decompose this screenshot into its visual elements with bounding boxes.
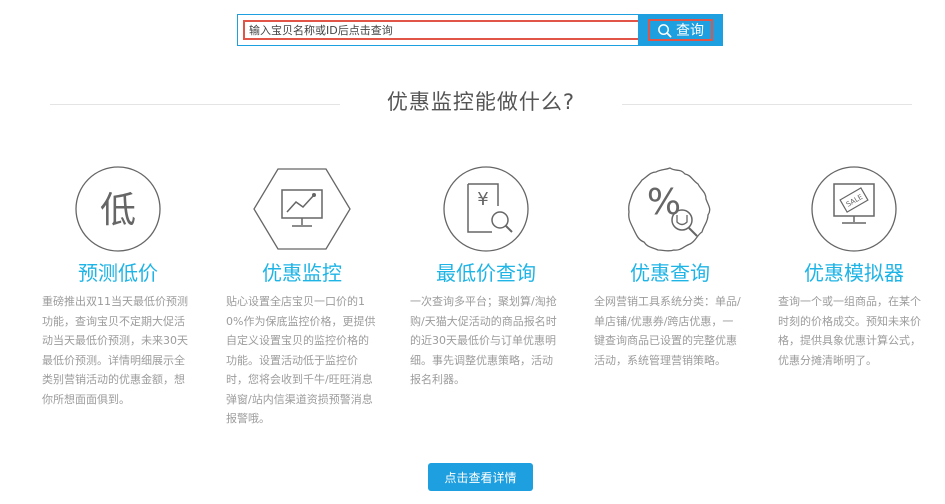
search-bar: 查询 [237, 14, 723, 46]
feature-description: 查询一个或一组商品，在某个时刻的价格成交。预知未来价格，提供具象优惠计算公式，优… [778, 295, 921, 367]
search-input-wrapper [237, 14, 643, 46]
view-details-button[interactable]: 点击查看详情 [428, 463, 533, 491]
feature-description: 重磅推出双11当天最低价预测功能，查询宝贝不定期大促活动当天最低价预测，未来30… [42, 295, 188, 406]
low-price-icon: 低 [75, 166, 161, 252]
search-input[interactable] [243, 20, 643, 40]
yen-search-icon: ¥ [443, 166, 529, 252]
heading-divider-right [622, 104, 912, 105]
feature-title: 最低价查询 [436, 261, 536, 285]
discount-search-icon: % [628, 167, 711, 252]
feature-title: 预测低价 [78, 261, 158, 285]
feature-description: 全网营销工具系统分类：单品/单店铺/优惠券/跨店优惠，一键查询商品已设置的完整优… [594, 295, 741, 367]
search-button-label: 查询 [676, 23, 704, 39]
feature-title: 优惠模拟器 [804, 261, 904, 285]
section-heading: 优惠监控能做什么? [386, 90, 576, 114]
monitor-chart-icon [253, 168, 351, 250]
search-button-highlight: 查询 [648, 19, 713, 41]
search-icon [658, 23, 672, 37]
low-price-icon-glyph: 低 [100, 190, 136, 231]
heading-divider-left [50, 104, 340, 105]
feature-list: 低 预测低价 重磅推出双11当天最低价预测功能，查询宝贝不定期大促活动当天最低价… [40, 162, 921, 452]
percent-icon-glyph: % [647, 182, 681, 223]
search-button[interactable]: 查询 [638, 14, 723, 46]
sale-tag-icon: SALE [811, 166, 897, 252]
feature-title: 优惠查询 [630, 261, 710, 285]
feature-description: 贴心设置全店宝贝一口价的10%作为保底监控价格，更提供自定义设置宝贝的监控价格的… [226, 295, 376, 425]
feature-description: 一次查询多平台；聚划算/淘抢购/天猫大促活动的商品报名时的近30天最低价与订单优… [410, 295, 557, 386]
yen-icon-glyph: ¥ [477, 189, 488, 210]
feature-title: 优惠监控 [262, 261, 342, 285]
